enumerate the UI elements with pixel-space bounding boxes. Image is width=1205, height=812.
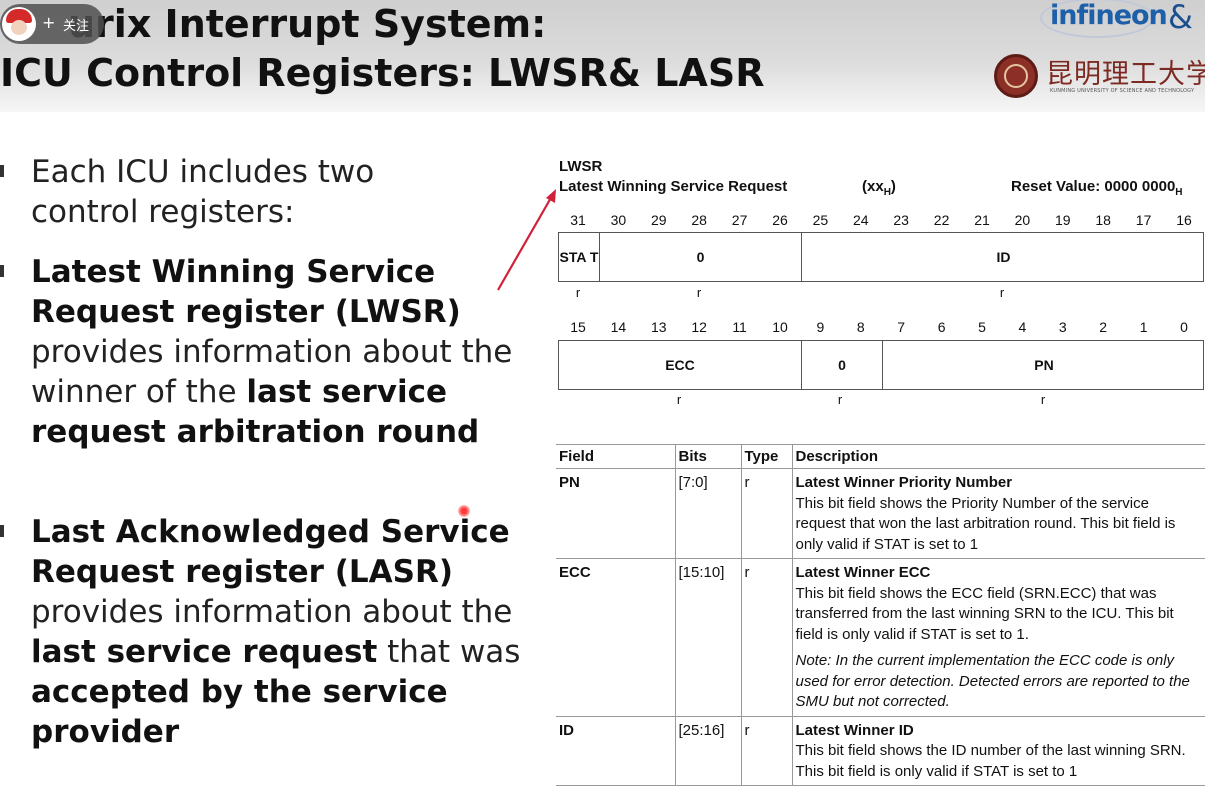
field-reserved-lower: 0 xyxy=(801,341,882,389)
field-name: ECC xyxy=(556,558,675,717)
description-text: This bit field shows the ID number of th… xyxy=(795,742,1186,780)
column-header: Field xyxy=(556,444,675,469)
bit-number: 7 xyxy=(897,319,906,335)
bit-number: 13 xyxy=(651,319,667,335)
bit-number: 30 xyxy=(610,212,627,228)
table-row: ID [25:16] r Latest Winner ID This bit f… xyxy=(556,716,1205,786)
field-type: r xyxy=(740,558,792,717)
access-type: r xyxy=(676,392,682,407)
register-reset-value: Reset Value: 0000 0000H xyxy=(1011,178,1183,198)
bit-number: 3 xyxy=(1058,319,1067,335)
bit-number: 29 xyxy=(651,212,667,228)
description-text: This bit field shows the ECC field (SRN.… xyxy=(795,584,1174,643)
field-type: r xyxy=(740,468,792,559)
field-bits: [25:16] xyxy=(674,716,741,786)
access-type: r xyxy=(837,392,843,407)
bit-number: 0 xyxy=(1180,319,1188,335)
table-row: ECC [15:10] r Latest Winner ECC This bit… xyxy=(556,558,1205,717)
bit-number: 17 xyxy=(1135,212,1152,228)
bit-number: 14 xyxy=(610,319,627,335)
bit-number: 10 xyxy=(772,319,788,335)
bit-number: 31 xyxy=(570,212,586,228)
note-label: Note: xyxy=(795,652,832,669)
description-title: Latest Winner Priority Number xyxy=(795,474,1013,491)
bit-number: 16 xyxy=(1176,212,1192,228)
bit-number: 25 xyxy=(812,212,829,228)
column-header: Description xyxy=(791,444,1205,469)
column-header: Bits xyxy=(674,444,741,469)
bit-number: 19 xyxy=(1055,212,1071,228)
bit-number: 24 xyxy=(853,212,869,228)
field-type: r xyxy=(740,716,792,786)
bit-number: 23 xyxy=(893,212,909,228)
bit-number: 11 xyxy=(732,319,747,335)
bit-number: 15 xyxy=(570,319,586,335)
description-title: Latest Winner ID xyxy=(795,721,914,739)
field-name: ID xyxy=(556,716,675,786)
bit-number: 5 xyxy=(978,319,986,335)
bit-number: 2 xyxy=(1099,319,1108,335)
bit-number: 26 xyxy=(772,212,788,228)
field-description: Latest Winner ECC This bit field shows t… xyxy=(791,558,1205,717)
access-type: r xyxy=(999,285,1005,300)
register-offset: (xxH) xyxy=(862,178,896,198)
bit-number: 6 xyxy=(937,319,946,335)
column-header: Type xyxy=(740,444,792,469)
access-type: r xyxy=(696,285,702,300)
register-name: LWSR xyxy=(559,158,603,175)
access-type: r xyxy=(1040,392,1046,407)
field-id: ID xyxy=(801,233,1205,281)
bit-number: 20 xyxy=(1014,212,1031,228)
field-reserved-upper: 0 xyxy=(599,233,801,281)
field-bits: [15:10] xyxy=(674,558,741,717)
field-name: PN xyxy=(556,468,675,559)
field-description: Latest Winner ID This bit field shows th… xyxy=(791,716,1205,786)
bit-number: 1 xyxy=(1139,319,1148,335)
register-upper-box: STA T 0 ID xyxy=(558,232,1204,282)
field-stat: STA T xyxy=(559,249,599,265)
register-long-name: Latest Winning Service Request xyxy=(559,178,788,195)
bit-number: 27 xyxy=(731,212,748,228)
field-ecc: ECC xyxy=(665,357,695,373)
note-text: In the current implementation the ECC co… xyxy=(795,652,1190,710)
field-pn: PN xyxy=(882,341,1205,389)
table-row: PN [7:0] r Latest Winner Priority Number… xyxy=(556,468,1205,559)
field-bits: [7:0] xyxy=(674,468,741,559)
bit-number: 9 xyxy=(816,319,825,335)
bit-number: 4 xyxy=(1018,319,1027,335)
description-title: Latest Winner ECC xyxy=(795,564,931,581)
register-lower-box: ECC 0 PN xyxy=(558,340,1204,390)
field-description: Latest Winner Priority Number This bit f… xyxy=(791,468,1205,559)
bit-number: 28 xyxy=(691,212,707,228)
description-text: This bit field shows the Priority Number… xyxy=(795,494,1176,553)
bit-number: 18 xyxy=(1095,212,1111,228)
field-table: Field Bits Type Description PN [7:0] r L… xyxy=(556,444,1205,786)
table-header-row: Field Bits Type Description xyxy=(556,444,1205,469)
bit-number: 8 xyxy=(856,319,865,335)
bit-number: 22 xyxy=(933,212,950,228)
bit-number: 12 xyxy=(691,319,707,335)
bit-number: 21 xyxy=(974,212,990,228)
access-type: r xyxy=(575,285,581,300)
description-note: Note: In the current implementation the … xyxy=(796,651,1203,713)
